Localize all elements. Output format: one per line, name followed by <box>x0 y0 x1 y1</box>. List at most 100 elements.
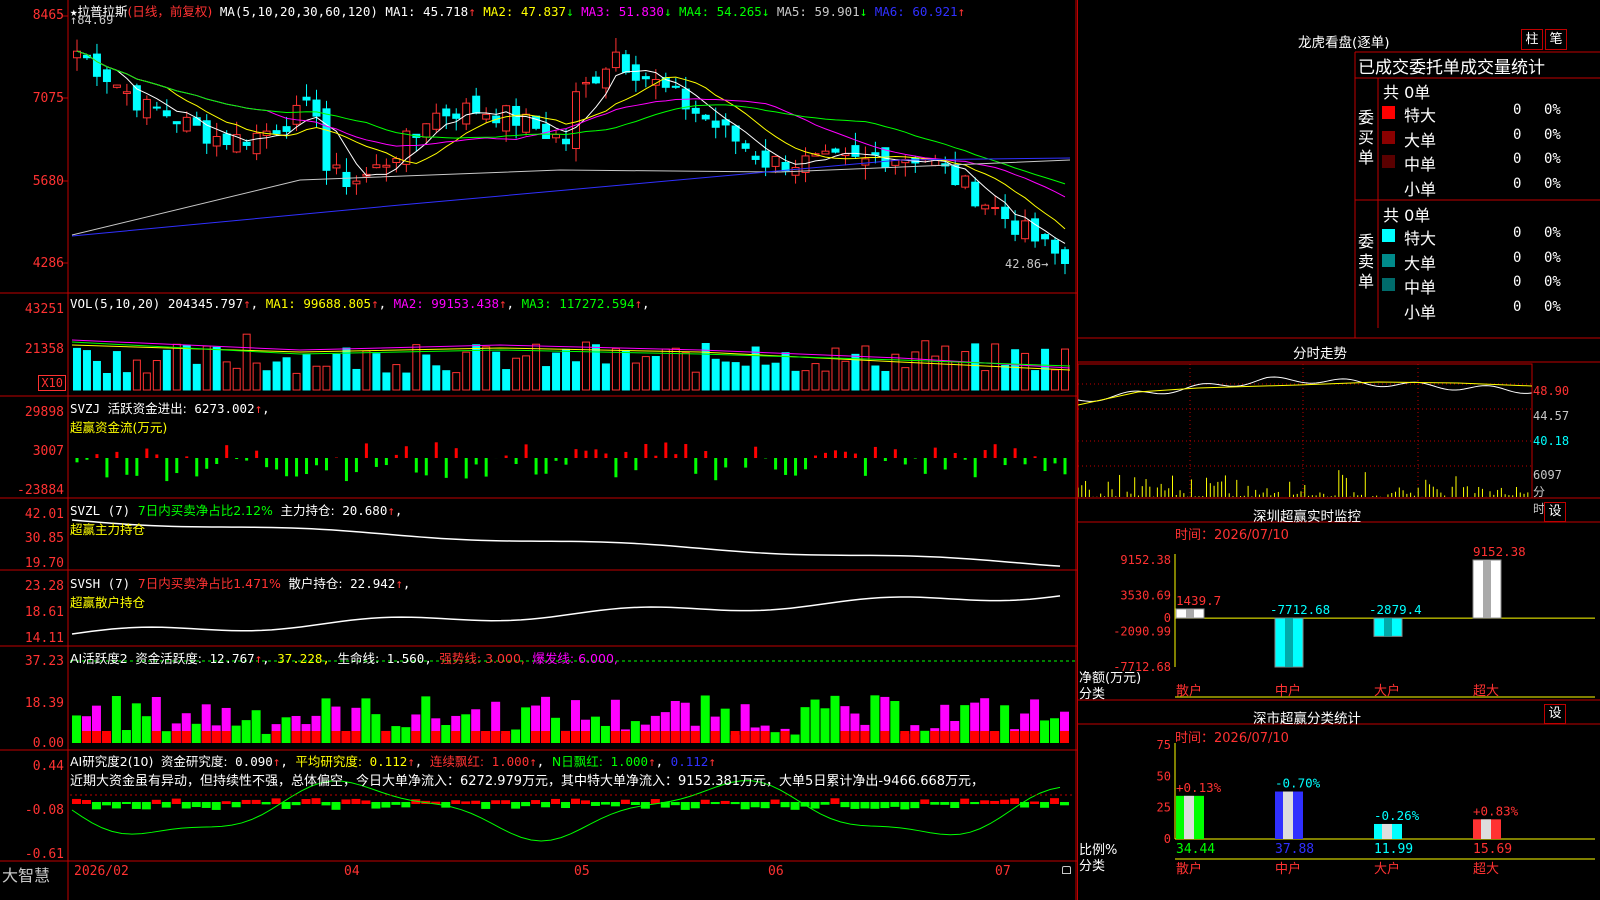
class-value: 37.88 <box>1275 842 1314 857</box>
candle-body <box>152 106 161 109</box>
candle-body <box>202 120 211 144</box>
volume-bar <box>791 370 800 391</box>
main-chart-area[interactable]: ★拉普拉斯(日线，前复权) MA(5,10,20,30,60,120) MA1:… <box>0 0 1077 900</box>
intraday-tick: 40.18 <box>1533 434 1570 448</box>
research-bar <box>101 802 111 806</box>
longhu-title: 龙虎看盘(逐单) <box>1298 35 1390 51</box>
monitor-xlabel: 分类 <box>1079 687 1106 702</box>
activity-bar <box>401 727 411 743</box>
research-bar <box>321 802 331 806</box>
order-count: 0 <box>1513 175 1522 192</box>
date-tick: 06 <box>768 864 784 879</box>
order-row: 中单 0 0% <box>1381 274 1600 297</box>
monitor-bar-shade <box>1384 618 1392 637</box>
svsh-tick: 14.11 <box>24 631 64 646</box>
bar-mode-button[interactable]: 柱 <box>1521 29 1543 50</box>
class-settings-button[interactable]: 设 <box>1544 704 1566 724</box>
research-bar <box>371 802 381 809</box>
volume-bar <box>72 347 81 391</box>
order-row: 特大 0 0% <box>1381 102 1600 125</box>
activity-base <box>151 731 161 743</box>
research-bar <box>481 802 491 809</box>
ai-research-header: AI研究度2(10) 资金研究度: 0.090↑, 平均研究度: 0.112↑,… <box>70 754 716 769</box>
activity-base <box>620 731 630 743</box>
candle-body <box>142 98 151 119</box>
volume-bar <box>312 365 321 391</box>
volume-bar <box>1051 369 1060 391</box>
activity-base <box>610 731 620 743</box>
activity-base <box>1020 731 1030 743</box>
candle-body <box>462 102 471 125</box>
monitor-category: 散户 <box>1176 683 1202 699</box>
activity-base <box>710 731 720 743</box>
candle-body <box>731 125 740 142</box>
ma-line <box>76 50 1066 185</box>
tick-mode-button[interactable]: 笔 <box>1545 29 1567 50</box>
volume-bar <box>601 363 610 391</box>
research-bar <box>1050 798 1060 804</box>
activity-base <box>1010 731 1020 743</box>
research-bar <box>730 802 740 805</box>
ai2-tick: 0.44 <box>32 759 64 774</box>
candle-body <box>571 91 580 149</box>
research-bar <box>1000 799 1010 804</box>
candle-body <box>372 164 381 169</box>
svzj-tick: -23884 <box>17 483 64 498</box>
monitor-bar-label: 1439.7 <box>1176 593 1221 608</box>
ma-value: MA5: 59.901 <box>776 4 860 19</box>
activity-base <box>930 731 940 743</box>
volume-bar <box>172 343 181 391</box>
volume-bar <box>302 354 311 391</box>
research-bar <box>401 802 411 808</box>
activity-base <box>301 731 311 743</box>
vol-ma-arrow: ↑ <box>499 296 507 311</box>
research-bar <box>211 802 221 810</box>
ai-research-commentary: 近期大资金虽有异动，但持续性不强，总体偏空，今日大单净流入：6272.979万元… <box>70 774 985 789</box>
vol-ma-sep: , <box>642 296 650 311</box>
candle-body <box>591 76 600 84</box>
activity-bar <box>630 721 640 743</box>
volume-bar <box>112 351 121 391</box>
adjust-mode[interactable]: (日线，前复权) <box>128 4 213 19</box>
volume-bar <box>402 372 411 391</box>
activity-bar <box>371 714 381 743</box>
monitor-bar-label: -2879.4 <box>1369 602 1422 617</box>
monitor-settings-button[interactable]: 设 <box>1544 502 1566 522</box>
research-bar <box>900 802 910 810</box>
research-bar <box>301 799 311 804</box>
order-count: 0 <box>1513 102 1522 118</box>
volume-bar <box>731 362 740 391</box>
volume-bar <box>681 352 690 391</box>
order-count: 0 <box>1513 126 1522 143</box>
activity-base <box>571 731 580 743</box>
volume-bar <box>781 352 790 391</box>
order-count: 0 <box>1513 249 1522 266</box>
research-bar <box>980 800 990 804</box>
candle-body <box>861 158 870 166</box>
order-stats-tabs[interactable]: 已成交委托单成交量统计 <box>1358 53 1545 78</box>
order-type: 特大 <box>1404 229 1437 248</box>
research-bar <box>241 799 251 804</box>
research-bar <box>1010 798 1020 804</box>
low-price-mark: 42.86→ <box>1005 257 1049 271</box>
activity-base <box>201 731 211 743</box>
research-bar <box>580 800 590 804</box>
class-tick: 25 <box>1157 801 1171 815</box>
research-bar <box>830 798 840 804</box>
svsh-tick: 23.28 <box>24 579 64 594</box>
order-row: 大单 0 0% <box>1381 249 1600 273</box>
order-swatch <box>1382 130 1395 144</box>
research-bar <box>161 802 171 808</box>
order-pct: 0% <box>1544 126 1561 143</box>
candle-body <box>502 105 511 132</box>
volume-bar <box>502 369 511 391</box>
vol-ma2 <box>71 339 1071 369</box>
research-bar <box>780 802 790 808</box>
intraday-avg-line <box>1078 381 1533 406</box>
lock-icon[interactable] <box>1062 866 1071 874</box>
volume-bar <box>222 361 231 391</box>
volume-bar <box>142 372 151 391</box>
candle-body <box>452 113 461 119</box>
activity-base <box>860 731 870 743</box>
candle-body <box>342 171 351 188</box>
